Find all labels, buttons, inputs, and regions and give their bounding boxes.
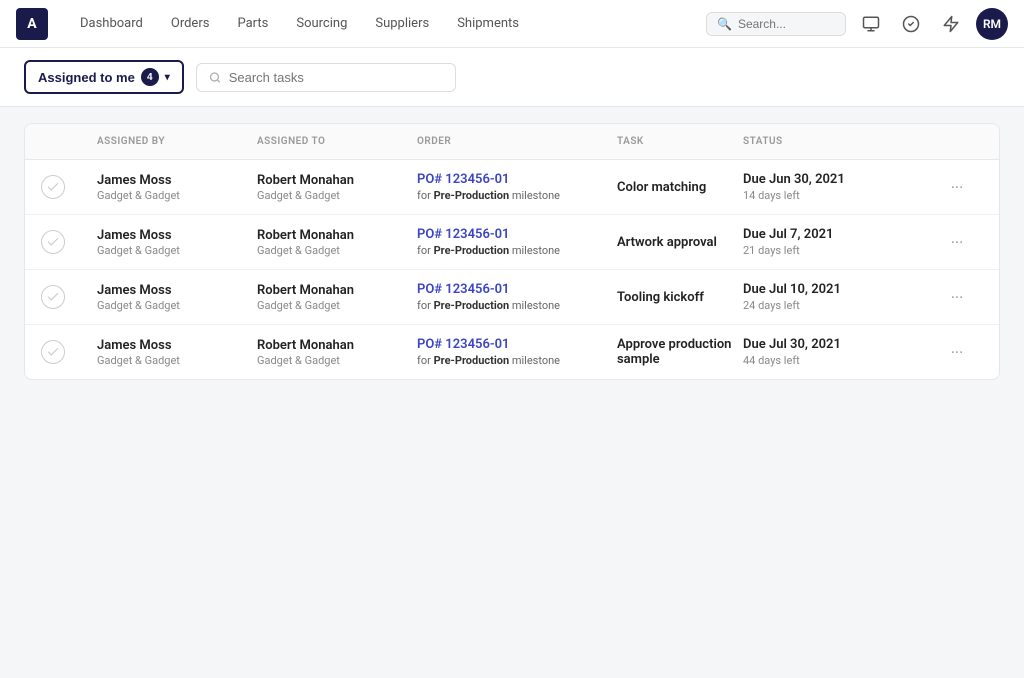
order-3: PO# 123456-01 for Pre-Production milesto… — [417, 282, 617, 312]
assigned-to-2: Robert Monahan Gadget & Gadget — [257, 228, 417, 257]
status-2: Due Jul 7, 2021 21 days left — [743, 227, 943, 257]
nav-sourcing[interactable]: Sourcing — [284, 10, 359, 37]
filter-count-badge: 4 — [141, 68, 159, 86]
order-1: PO# 123456-01 for Pre-Production milesto… — [417, 172, 617, 202]
more-menu-btn-2[interactable]: ··· — [943, 228, 971, 256]
more-menu-btn-4[interactable]: ··· — [943, 338, 971, 366]
status-1: Due Jun 30, 2021 14 days left — [743, 172, 943, 202]
nav-links: Dashboard Orders Parts Sourcing Supplier… — [68, 10, 706, 37]
check-circle-btn[interactable] — [41, 285, 65, 309]
check-circle-icon — [902, 15, 920, 33]
status-4: Due Jul 30, 2021 44 days left — [743, 337, 943, 367]
milestone-4: for Pre-Production milestone — [417, 354, 617, 367]
assigned-to-1: Robert Monahan Gadget & Gadget — [257, 173, 417, 202]
task-name-2: Artwork approval — [617, 235, 743, 250]
bolt-icon-btn[interactable] — [936, 9, 966, 39]
top-navigation: A Dashboard Orders Parts Sourcing Suppli… — [0, 0, 1024, 48]
more-actions-4[interactable]: ··· — [943, 338, 983, 366]
more-menu-btn-1[interactable]: ··· — [943, 173, 971, 201]
assigned-to-4: Robert Monahan Gadget & Gadget — [257, 338, 417, 367]
monitor-icon-btn[interactable] — [856, 9, 886, 39]
more-menu-btn-3[interactable]: ··· — [943, 283, 971, 311]
task-name-4: Approve production sample — [617, 337, 743, 367]
row-check-4[interactable] — [41, 340, 97, 364]
chevron-down-icon: ▾ — [165, 72, 170, 83]
col-task: TASK — [617, 132, 743, 151]
bolt-icon — [942, 15, 960, 33]
more-actions-3[interactable]: ··· — [943, 283, 983, 311]
nav-parts[interactable]: Parts — [225, 10, 280, 37]
table-header: ASSIGNED BY ASSIGNED TO ORDER TASK STATU… — [25, 124, 999, 160]
row-check-1[interactable] — [41, 175, 97, 199]
main-content: ASSIGNED BY ASSIGNED TO ORDER TASK STATU… — [0, 123, 1024, 678]
milestone-3: for Pre-Production milestone — [417, 299, 617, 312]
col-assigned-by: ASSIGNED BY — [97, 132, 257, 151]
status-3: Due Jul 10, 2021 24 days left — [743, 282, 943, 312]
assigned-by-2: James Moss Gadget & Gadget — [97, 228, 257, 257]
assigned-to-3: Robert Monahan Gadget & Gadget — [257, 283, 417, 312]
assigned-by-4: James Moss Gadget & Gadget — [97, 338, 257, 367]
more-actions-2[interactable]: ··· — [943, 228, 983, 256]
order-link-2[interactable]: PO# 123456-01 — [417, 227, 617, 242]
nav-orders[interactable]: Orders — [159, 10, 222, 37]
table-row: James Moss Gadget & Gadget Robert Monaha… — [25, 160, 999, 215]
tasks-table: ASSIGNED BY ASSIGNED TO ORDER TASK STATU… — [24, 123, 1000, 380]
nav-shipments[interactable]: Shipments — [445, 10, 531, 37]
order-link-4[interactable]: PO# 123456-01 — [417, 337, 617, 352]
col-order: ORDER — [417, 132, 617, 151]
task-search-bar[interactable] — [196, 63, 456, 92]
filter-label: Assigned to me — [38, 70, 135, 85]
assigned-by-3: James Moss Gadget & Gadget — [97, 283, 257, 312]
order-4: PO# 123456-01 for Pre-Production milesto… — [417, 337, 617, 367]
check-circle-btn[interactable] — [41, 340, 65, 364]
nav-suppliers[interactable]: Suppliers — [363, 10, 441, 37]
global-search[interactable]: 🔍 — [706, 12, 846, 36]
table-row: James Moss Gadget & Gadget Robert Monaha… — [25, 215, 999, 270]
search-icon: 🔍 — [717, 17, 732, 31]
check-circle-btn[interactable] — [41, 230, 65, 254]
check-circle-icon-btn[interactable] — [896, 9, 926, 39]
order-link-1[interactable]: PO# 123456-01 — [417, 172, 617, 187]
tasks-toolbar: Assigned to me 4 ▾ — [0, 48, 1024, 107]
more-actions-1[interactable]: ··· — [943, 173, 983, 201]
table-row: James Moss Gadget & Gadget Robert Monaha… — [25, 325, 999, 379]
user-avatar[interactable]: RM — [976, 8, 1008, 40]
milestone-2: for Pre-Production milestone — [417, 244, 617, 257]
search-tasks-icon — [209, 71, 221, 84]
nav-dashboard[interactable]: Dashboard — [68, 10, 155, 37]
milestone-1: for Pre-Production milestone — [417, 189, 617, 202]
row-check-2[interactable] — [41, 230, 97, 254]
order-link-3[interactable]: PO# 123456-01 — [417, 282, 617, 297]
table-row: James Moss Gadget & Gadget Robert Monaha… — [25, 270, 999, 325]
col-check — [41, 132, 97, 151]
col-assigned-to: ASSIGNED TO — [257, 132, 417, 151]
assigned-filter-button[interactable]: Assigned to me 4 ▾ — [24, 60, 184, 94]
check-circle-btn[interactable] — [41, 175, 65, 199]
nav-right-actions: 🔍 RM — [706, 8, 1008, 40]
col-actions — [943, 132, 983, 151]
monitor-icon — [862, 15, 880, 33]
global-search-input[interactable] — [738, 17, 835, 31]
task-name-3: Tooling kickoff — [617, 290, 743, 305]
app-logo[interactable]: A — [16, 8, 48, 40]
col-status: STATUS — [743, 132, 943, 151]
assigned-by-1: James Moss Gadget & Gadget — [97, 173, 257, 202]
order-2: PO# 123456-01 for Pre-Production milesto… — [417, 227, 617, 257]
task-search-input[interactable] — [229, 70, 443, 85]
row-check-3[interactable] — [41, 285, 97, 309]
task-name-1: Color matching — [617, 180, 743, 195]
